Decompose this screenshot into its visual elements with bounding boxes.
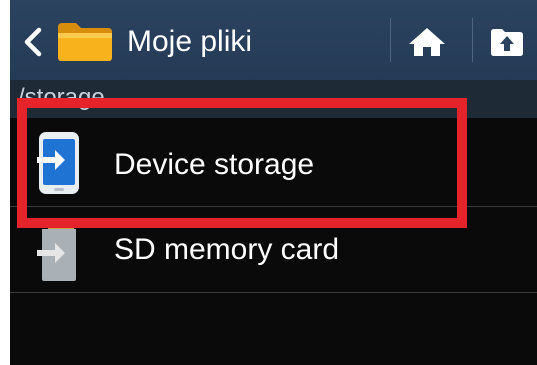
toolbar-divider: [390, 18, 391, 62]
sd-card-icon: [37, 219, 76, 281]
folder-up-icon[interactable]: [488, 26, 526, 58]
toolbar-divider: [472, 18, 473, 62]
action-bar: Moje pliki: [10, 0, 537, 80]
chevron-left-icon[interactable]: [22, 27, 44, 57]
list-divider: [10, 292, 537, 293]
file-manager-screen: Moje pliki /storage Device storage SD me…: [10, 0, 537, 365]
page-title: Moje pliki: [127, 25, 253, 58]
current-path: /storage: [18, 84, 105, 111]
list-item-sd-card[interactable]: SD memory card: [10, 207, 537, 293]
device-storage-icon: [37, 132, 79, 194]
folder-icon: [58, 23, 112, 61]
list-item-label: SD memory card: [114, 233, 340, 266]
list-item-device-storage[interactable]: Device storage: [10, 118, 537, 204]
home-icon[interactable]: [407, 26, 447, 58]
list-item-label: Device storage: [114, 148, 315, 181]
